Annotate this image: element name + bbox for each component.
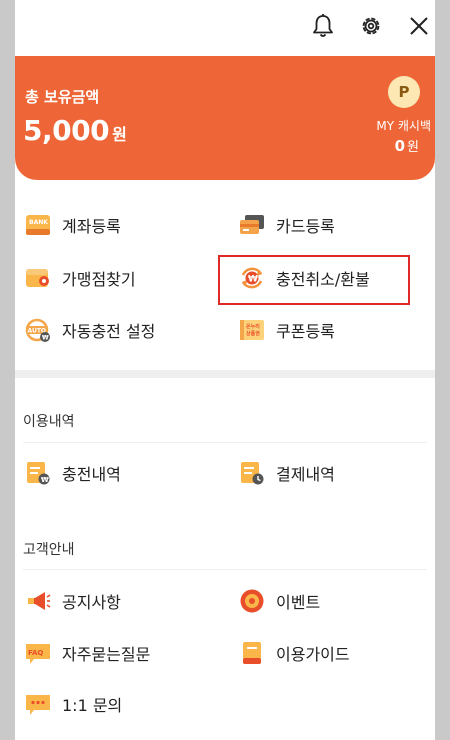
menu-label: 카드등록 (276, 217, 335, 236)
megaphone-icon (25, 588, 51, 614)
balance-label: 총 보유금액 (25, 88, 100, 106)
menu-label: 1:1 문의 (62, 696, 123, 715)
my-cashback-value: 0 (394, 137, 406, 155)
guide-icon (239, 640, 265, 666)
faq-icon: FAQ (25, 640, 51, 666)
usage-section-title: 이용내역 (23, 414, 75, 430)
balance-amount-unit: 원 (112, 125, 127, 144)
svg-text:온누리: 온누리 (246, 323, 260, 330)
cash-menu-panel: 총 보유금액 5,000 원 P MY 캐시백 0원 BANK 계좌등록 카드등… (15, 0, 435, 740)
menu-charge-history[interactable]: ₩ 충전내역 (25, 453, 121, 493)
top-bar (15, 0, 435, 56)
divider (23, 569, 427, 570)
menu-label: 공지사항 (62, 593, 121, 612)
support-section-title: 고객안내 (23, 542, 75, 558)
point-badge[interactable]: P (388, 76, 420, 108)
menu-label: 이용가이드 (276, 645, 350, 664)
auto-charge-icon: AUTO ₩ (25, 317, 51, 343)
svg-text:상품권: 상품권 (246, 330, 260, 337)
menu-card-register[interactable]: 카드등록 (239, 205, 335, 245)
divider (23, 442, 427, 443)
close-icon[interactable] (403, 10, 435, 42)
menu-label: 쿠폰등록 (276, 322, 335, 341)
coupon-icon: 온누리 상품권 (239, 317, 265, 343)
menu-payment-history[interactable]: 결제내역 (239, 453, 335, 493)
charge-history-icon: ₩ (25, 460, 51, 486)
menu-one-on-one-inquiry[interactable]: 1:1 문의 (25, 684, 122, 724)
menu-label: 자동충전 설정 (62, 322, 156, 341)
menu-label: 이벤트 (276, 593, 321, 612)
gear-icon[interactable] (355, 10, 387, 42)
menu-event[interactable]: 이벤트 (239, 581, 320, 621)
menu-notice[interactable]: 공지사항 (25, 581, 121, 621)
svg-text:BANK: BANK (29, 219, 48, 226)
menu-label: 결제내역 (276, 465, 335, 484)
refund-icon: ₩ (239, 265, 265, 291)
svg-text:₩: ₩ (42, 335, 49, 342)
menu-store-finder[interactable]: 가맹점찾기 (25, 258, 136, 298)
card-icon (239, 212, 265, 238)
menu-label: 충전내역 (62, 465, 121, 484)
bank-icon: BANK (25, 212, 51, 238)
balance-card: 총 보유금액 5,000 원 P MY 캐시백 0원 (15, 56, 435, 180)
my-cashback-unit: 원 (407, 140, 419, 155)
event-icon (239, 588, 265, 614)
chat-icon (25, 691, 51, 717)
menu-label: 자주묻는질문 (62, 645, 151, 664)
menu-charge-cancel-refund[interactable]: ₩ 충전취소/환불 (239, 258, 370, 298)
menu-label: 충전취소/환불 (276, 270, 370, 289)
menu-auto-charge-setting[interactable]: AUTO ₩ 자동충전 설정 (25, 310, 155, 350)
menu-label: 가맹점찾기 (62, 270, 136, 289)
menu-coupon-register[interactable]: 온누리 상품권 쿠폰등록 (239, 310, 335, 350)
payment-history-icon (239, 460, 265, 486)
svg-text:FAQ: FAQ (28, 649, 43, 657)
svg-text:₩: ₩ (248, 275, 258, 285)
my-cashback-amount: 0원 (395, 136, 419, 155)
section-separator (15, 370, 435, 378)
menu-usage-guide[interactable]: 이용가이드 (239, 633, 350, 673)
svg-text:₩: ₩ (41, 476, 49, 484)
my-cashback-label: MY 캐시백 (376, 119, 431, 133)
menu-faq[interactable]: FAQ 자주묻는질문 (25, 633, 150, 673)
balance-amount-value: 5,000 (23, 114, 110, 147)
menu-label: 계좌등록 (62, 217, 121, 236)
bell-icon[interactable] (307, 10, 339, 42)
menu-account-register[interactable]: BANK 계좌등록 (25, 205, 121, 245)
wallet-icon (25, 265, 51, 291)
balance-amount: 5,000 원 (23, 114, 127, 147)
